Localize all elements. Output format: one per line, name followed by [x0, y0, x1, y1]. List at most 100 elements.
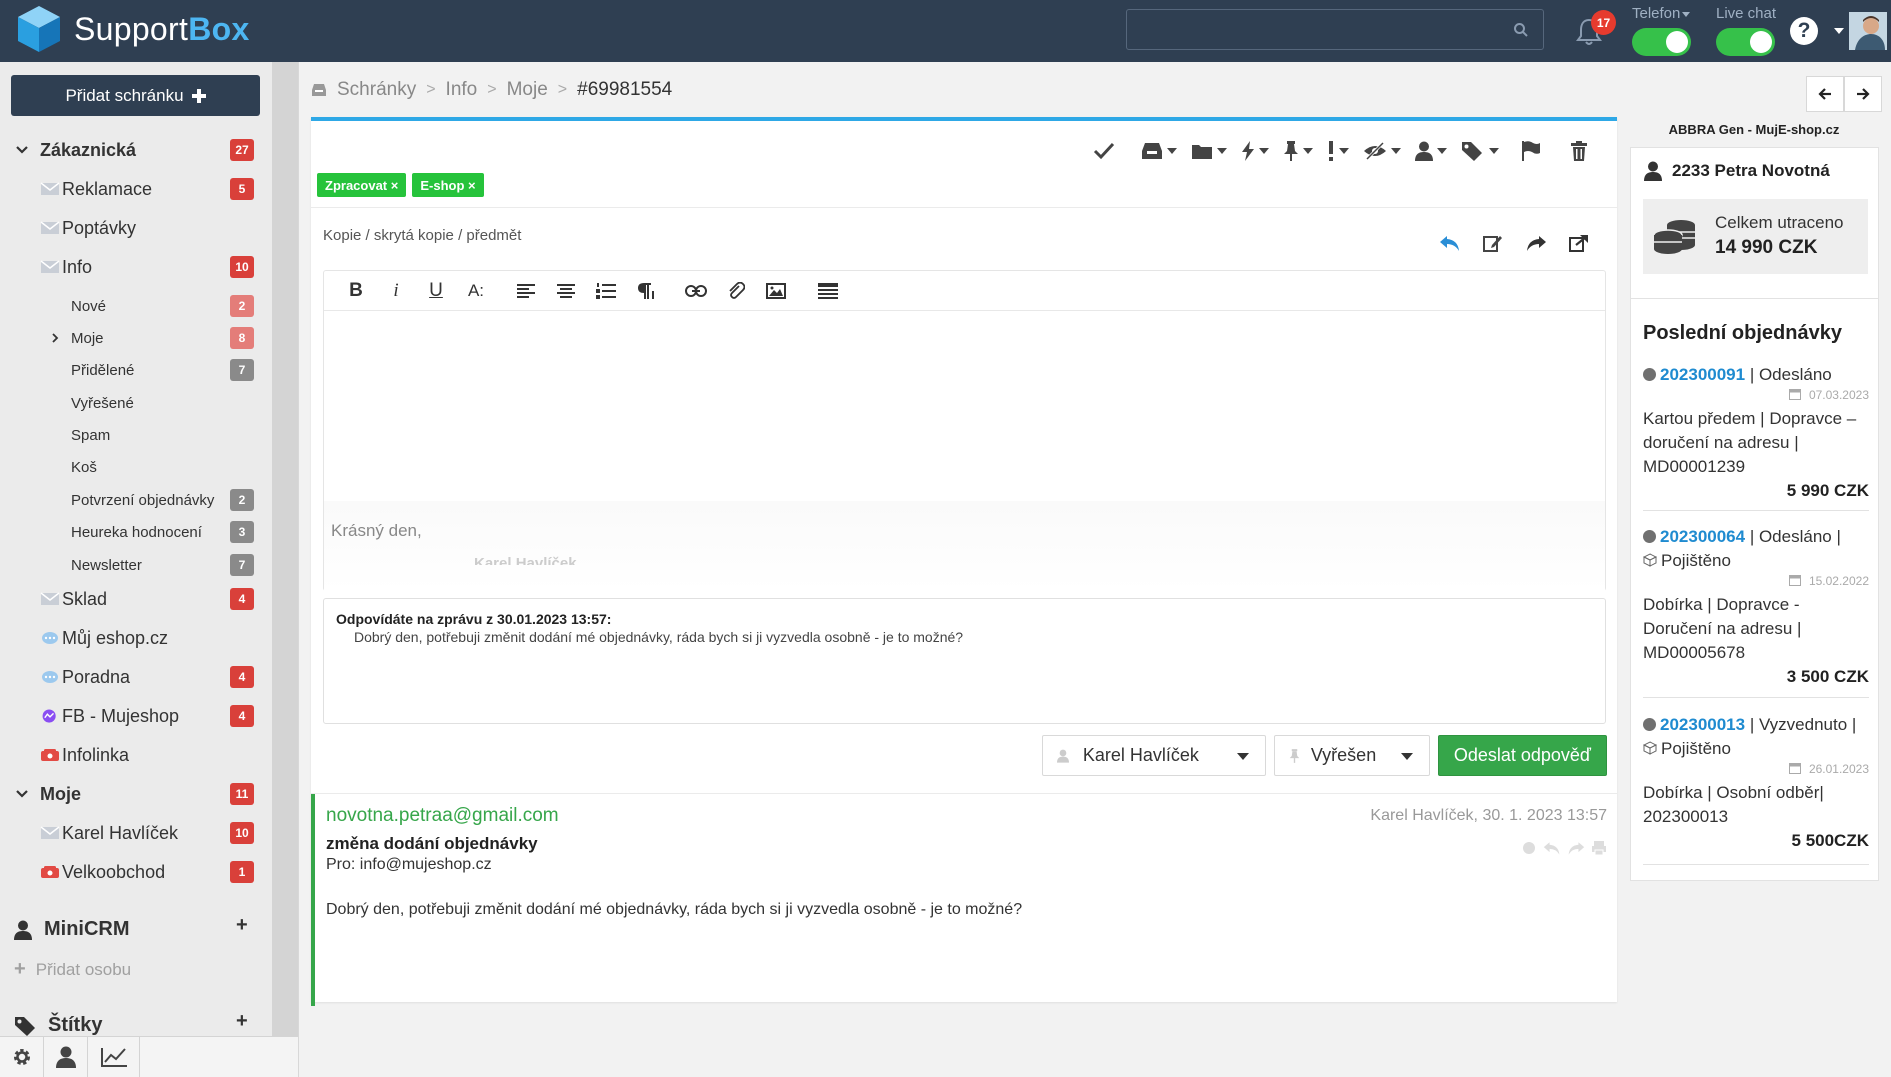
avatar[interactable]	[1849, 12, 1887, 50]
livechat-toggle[interactable]	[1716, 28, 1775, 56]
status-select[interactable]: Vyřešen	[1273, 735, 1430, 776]
send-reply-button[interactable]: Odeslat odpověď	[1437, 735, 1607, 776]
search-icon[interactable]	[1513, 22, 1529, 38]
breadcrumb-item[interactable]: Schránky	[337, 79, 416, 101]
ordered-list-button[interactable]	[586, 271, 626, 311]
align-center-button[interactable]	[546, 271, 586, 311]
chevron-down-icon[interactable]	[1834, 28, 1844, 34]
attach-button[interactable]	[716, 271, 756, 311]
assignee-select[interactable]: Karel Havlíček	[1041, 735, 1266, 776]
flag-button[interactable]	[1521, 137, 1541, 165]
order-number-link[interactable]: 202300013	[1660, 715, 1745, 734]
editor-text-area[interactable]	[324, 311, 1605, 501]
help-icon[interactable]: ?	[1790, 17, 1818, 45]
profile-button[interactable]	[44, 1037, 88, 1077]
order-number-link[interactable]: 202300064	[1660, 527, 1745, 546]
sidebar-subitem-heureka[interactable]: Heureka hodnocení 3	[0, 514, 272, 550]
sidebar-item-velkoobchod[interactable]: Velkoobchod 1	[0, 854, 272, 890]
search-input[interactable]	[1126, 9, 1544, 50]
sidebar-item-fb[interactable]: FB - Mujeshop 4	[0, 698, 272, 734]
next-ticket-button[interactable]	[1844, 76, 1882, 112]
align-left-button[interactable]	[506, 271, 546, 311]
message-item: novotna.petraa@gmail.com Karel Havlíček,…	[311, 794, 1617, 1006]
sidebar-item-reklamace[interactable]: Reklamace 5	[0, 171, 272, 207]
inbox-icon	[1142, 143, 1162, 159]
sidebar-subitem-vyresene[interactable]: Vyřešené	[0, 385, 272, 421]
sidebar-subitem-potvrzeni[interactable]: Potvrzení objednávky 2	[0, 482, 272, 518]
reply-icon[interactable]	[1439, 234, 1461, 252]
sidebar-item-label: Koš	[71, 458, 97, 476]
sidebar-group-mine[interactable]: Moje 11	[0, 776, 272, 812]
image-button[interactable]	[756, 271, 796, 311]
add-crm-plus-icon[interactable]: +	[236, 914, 248, 937]
pin-icon[interactable]	[1521, 840, 1537, 856]
sidebar-item-poptavky[interactable]: Poptávky	[0, 210, 272, 246]
italic-button[interactable]: i	[376, 271, 416, 311]
sidebar-scrollbar[interactable]	[272, 62, 298, 1036]
sidebar-subitem-moje[interactable]: Moje 8	[0, 320, 272, 356]
settings-button[interactable]	[0, 1037, 44, 1077]
sidebar-item-eshop[interactable]: Můj eshop.cz	[0, 620, 272, 656]
add-tag-plus-icon[interactable]: +	[236, 1010, 248, 1033]
sidebar-item-sklad[interactable]: Sklad 4	[0, 581, 272, 617]
message-sender[interactable]: novotna.petraa@gmail.com	[326, 805, 559, 827]
move-inbox-button[interactable]	[1141, 137, 1177, 165]
count-badge: 5	[230, 178, 254, 200]
add-person-button[interactable]: + Přidat osobu	[14, 958, 131, 981]
sidebar-subitem-pridelene[interactable]: Přidělené 7	[0, 352, 272, 388]
stats-button[interactable]	[88, 1037, 140, 1077]
print-icon[interactable]	[1591, 840, 1607, 856]
sidebar-subitem-nove[interactable]: Nové 2	[0, 288, 272, 324]
reply-icon[interactable]	[1543, 840, 1561, 856]
tags-button[interactable]	[1461, 137, 1499, 165]
delete-button[interactable]	[1571, 137, 1587, 165]
reply-editor[interactable]: B i U A: Krásný den, Karel Havlíček	[323, 270, 1606, 591]
tag-chip[interactable]: E-shop ×	[412, 173, 484, 197]
tags-heading[interactable]: Štítky	[14, 1014, 102, 1037]
sidebar-item-info[interactable]: Info 10	[0, 249, 272, 285]
phone-toggle-label[interactable]: Telefon	[1632, 4, 1691, 24]
folder-button[interactable]	[1191, 137, 1227, 165]
sidebar-subitem-spam[interactable]: Spam	[0, 417, 272, 453]
breadcrumb-item[interactable]: Info	[446, 79, 478, 101]
share-icon[interactable]	[1569, 234, 1589, 252]
count-badge: 4	[230, 588, 254, 610]
sidebar-item-infolinka[interactable]: Infolinka	[0, 737, 272, 773]
chevron-right-icon[interactable]	[50, 333, 60, 343]
phone-toggle[interactable]	[1632, 28, 1691, 56]
plus-icon	[191, 88, 206, 103]
chevron-down-icon[interactable]	[16, 788, 28, 800]
sidebar-subitem-newsletter[interactable]: Newsletter 7	[0, 547, 272, 583]
tag-icon	[1462, 142, 1482, 161]
template-button[interactable]	[808, 271, 848, 311]
breadcrumb-item[interactable]: Moje	[507, 79, 548, 101]
forward-icon[interactable]	[1567, 840, 1585, 856]
forward-icon[interactable]	[1525, 234, 1547, 252]
sidebar-subitem-kos[interactable]: Koš	[0, 449, 272, 485]
edit-icon[interactable]	[1483, 234, 1503, 252]
sidebar-item-poradna[interactable]: Poradna 4	[0, 659, 272, 695]
font-size-button[interactable]: A:	[456, 271, 496, 311]
customer-name[interactable]: 2233 Petra Novotná	[1644, 161, 1830, 181]
priority-button[interactable]	[1327, 137, 1349, 165]
add-inbox-button[interactable]: Přidat schránku	[11, 75, 260, 116]
cc-bcc-subject-link[interactable]: Kopie / skrytá kopie / předmět	[323, 227, 521, 244]
automation-button[interactable]	[1241, 137, 1269, 165]
pin-button[interactable]	[1283, 137, 1313, 165]
sidebar-item-karel[interactable]: Karel Havlíček 10	[0, 815, 272, 851]
resolve-button[interactable]	[1093, 137, 1115, 165]
paragraph-button[interactable]	[626, 271, 666, 311]
previous-ticket-button[interactable]	[1806, 76, 1844, 112]
order-number-link[interactable]: 202300091	[1660, 365, 1745, 384]
underline-button[interactable]: U	[416, 271, 456, 311]
chevron-down-icon[interactable]	[16, 144, 28, 156]
bold-button[interactable]: B	[336, 271, 376, 311]
visibility-button[interactable]	[1363, 137, 1401, 165]
assign-button[interactable]	[1415, 137, 1447, 165]
minicrm-heading[interactable]: MiniCRM	[14, 918, 130, 941]
link-button[interactable]	[676, 271, 716, 311]
tag-chip[interactable]: Zpracovat ×	[317, 173, 407, 197]
sidebar-group-customer[interactable]: Zákaznická 27	[0, 132, 272, 168]
chat-icon	[42, 671, 58, 683]
app-logo[interactable]: SupportBox	[14, 4, 250, 54]
